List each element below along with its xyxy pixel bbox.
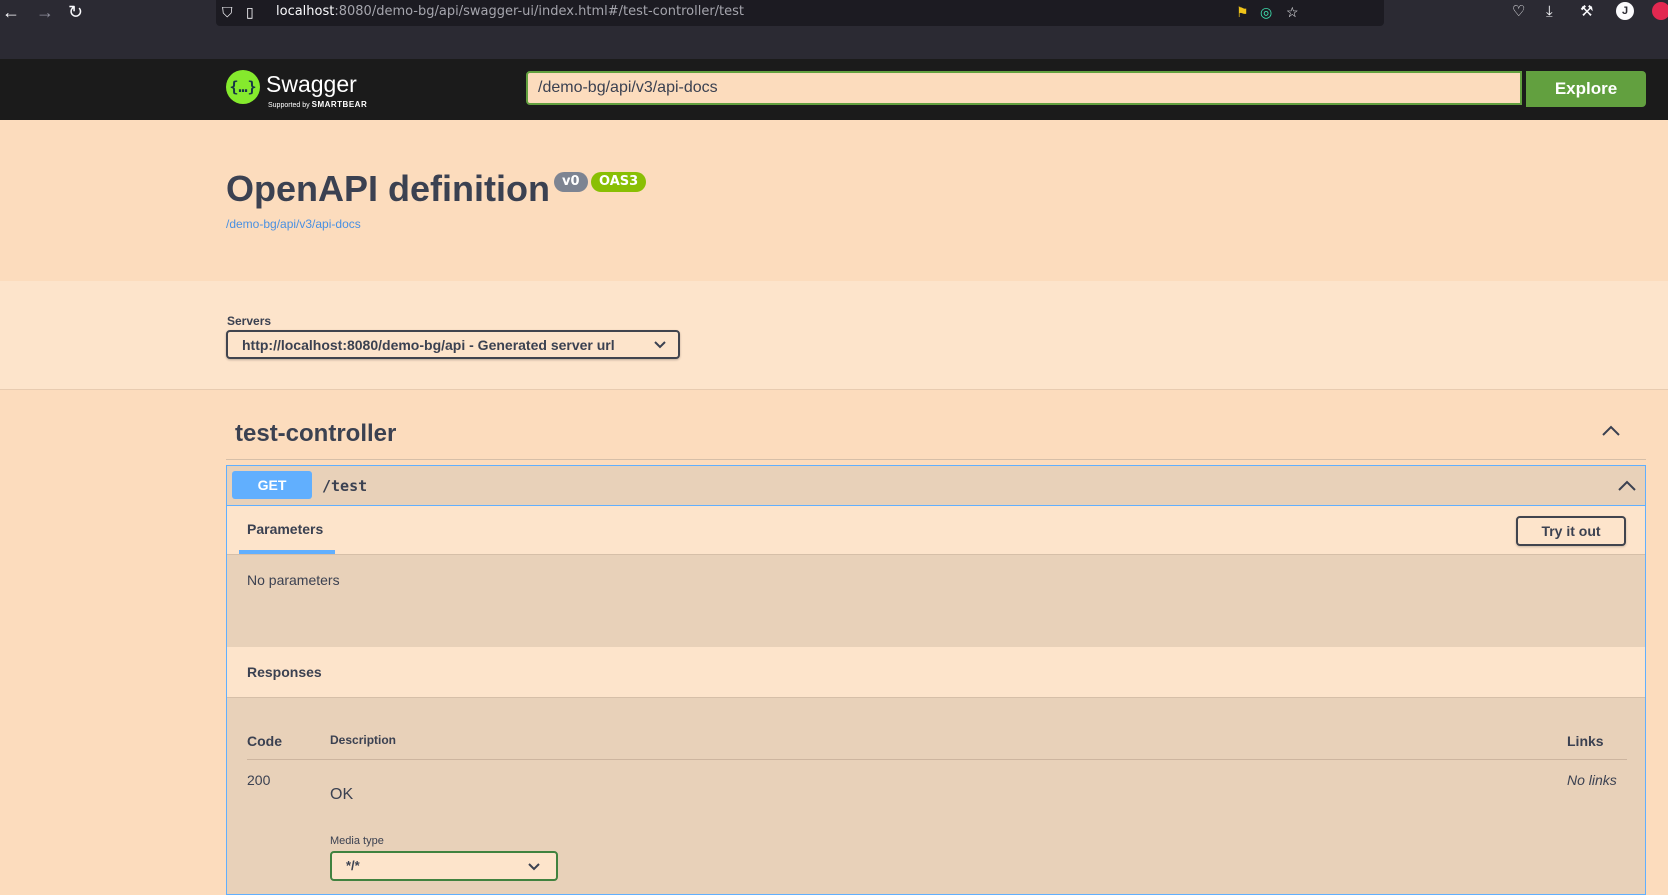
- download-icon[interactable]: ⤓: [1546, 3, 1553, 21]
- method-badge: GET: [232, 471, 312, 499]
- url-path: :8080/demo-bg/api/swagger-ui/index.html#…: [334, 4, 745, 19]
- spec-url-input[interactable]: [526, 71, 1522, 105]
- swagger-logo-icon: {…}: [226, 70, 260, 104]
- operation-summary[interactable]: GET /test: [227, 466, 1645, 506]
- page-title: OpenAPI definition: [226, 168, 550, 209]
- response-code: 200: [247, 772, 271, 788]
- url-text[interactable]: localhost:8080/demo-bg/api/swagger-ui/in…: [276, 4, 744, 19]
- media-type-select[interactable]: */*: [330, 851, 558, 881]
- spec-link[interactable]: /demo-bg/api/v3/api-docs: [226, 217, 361, 231]
- responses-title: Responses: [247, 664, 322, 680]
- servers-selected-value: http://localhost:8080/demo-bg/api - Gene…: [242, 337, 615, 353]
- swagger-logo-sub: Supported by SMARTBEAR: [268, 100, 367, 109]
- page-icon[interactable]: ▯: [246, 4, 254, 20]
- forward-arrow-icon[interactable]: →: [36, 2, 54, 22]
- explore-button[interactable]: Explore: [1526, 71, 1646, 107]
- media-type-value: */*: [346, 858, 360, 873]
- response-links: No links: [1567, 772, 1617, 788]
- version-badge: v0: [554, 172, 588, 192]
- parameters-header: Parameters Try it out: [227, 506, 1645, 555]
- swagger-topbar: {…} Swagger Supported by SMARTBEAR Explo…: [0, 59, 1668, 120]
- back-arrow-icon[interactable]: ←: [2, 2, 20, 22]
- reload-icon[interactable]: ↻: [68, 2, 83, 22]
- column-header-code: Code: [247, 733, 282, 749]
- pocket-icon[interactable]: ♡: [1512, 3, 1525, 21]
- wrench-icon[interactable]: ⚒: [1580, 3, 1593, 21]
- servers-select[interactable]: http://localhost:8080/demo-bg/api - Gene…: [226, 330, 680, 359]
- tracking-icon[interactable]: ◎: [1260, 4, 1272, 20]
- logo-sub-prefix: Supported by: [268, 102, 310, 109]
- browser-toolbar: ← → ↻ ⛉ ▯ localhost:8080/demo-bg/api/swa…: [0, 0, 1668, 59]
- responses-divider: [247, 759, 1627, 760]
- operation-path: /test: [322, 477, 368, 495]
- oas-badge: OAS3: [591, 172, 647, 192]
- servers-label: Servers: [227, 314, 272, 328]
- url-host: localhost: [276, 4, 335, 19]
- response-description: OK: [330, 786, 354, 803]
- tab-active-indicator: [239, 550, 335, 554]
- chevron-down-icon: [528, 863, 540, 871]
- logo-sub-brand: SMARTBEAR: [311, 100, 368, 109]
- try-it-out-button[interactable]: Try it out: [1516, 516, 1626, 546]
- addon-icon[interactable]: [1652, 2, 1668, 20]
- operation-get-test: GET /test Parameters Try it out No param…: [226, 465, 1646, 895]
- tag-title[interactable]: test-controller: [235, 420, 396, 448]
- extension-icon[interactable]: ⚑: [1236, 4, 1249, 20]
- shield-icon[interactable]: ⛉: [222, 4, 233, 20]
- tab-parameters[interactable]: Parameters: [247, 521, 323, 537]
- account-avatar[interactable]: J: [1616, 2, 1634, 20]
- chevron-up-icon[interactable]: [1600, 420, 1622, 442]
- column-header-description: Description: [330, 733, 397, 747]
- swagger-logo-name: Swagger: [266, 71, 357, 97]
- no-parameters-text: No parameters: [247, 572, 340, 588]
- column-header-links: Links: [1567, 733, 1604, 749]
- media-type-label: Media type: [330, 835, 384, 847]
- bookmark-star-icon[interactable]: ☆: [1286, 4, 1299, 20]
- chevron-up-icon[interactable]: [1617, 476, 1637, 496]
- tag-divider: [226, 459, 1646, 460]
- address-bar[interactable]: ⛉ ▯ localhost:8080/demo-bg/api/swagger-u…: [216, 0, 1384, 26]
- responses-header: Responses: [227, 647, 1645, 698]
- chevron-down-icon: [654, 341, 666, 349]
